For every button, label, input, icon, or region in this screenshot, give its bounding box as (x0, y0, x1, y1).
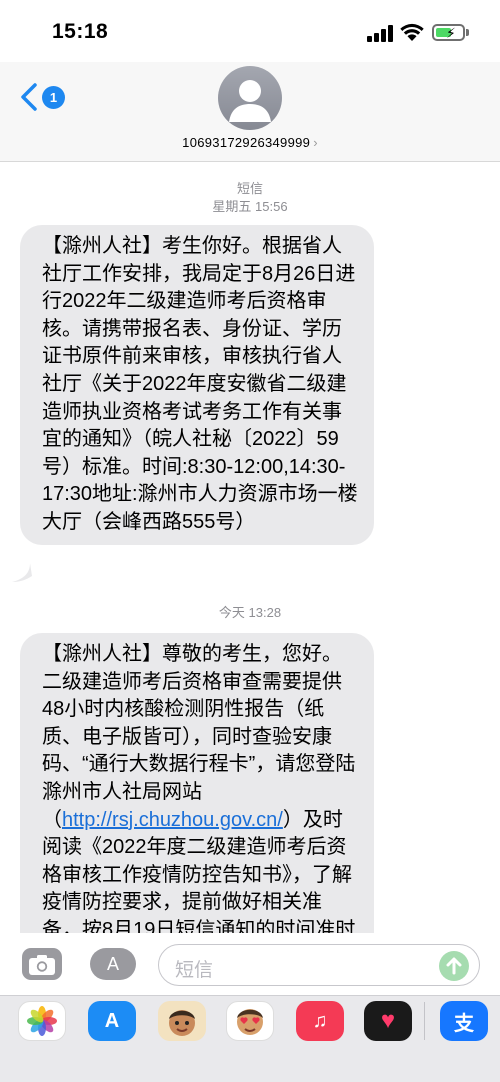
status-bar: 15:18 ⚡ (0, 0, 500, 62)
battery-tip (466, 29, 469, 36)
app-drawer: A ♫ ♥ 支 (0, 995, 500, 1082)
status-time: 15:18 (52, 20, 109, 43)
message-text: 【滁州人社】考生你好。根据省人社厅工作安排，我局定于8月26日进行2022年二级… (42, 235, 358, 533)
message-bubble[interactable]: 【滁州人社】尊敬的考生，您好。二级建造师考后资格审查需要提供48小时内核酸检测阴… (20, 633, 374, 933)
photos-app-icon[interactable] (18, 1001, 66, 1041)
digital-touch-app-icon[interactable]: ♥ (364, 1001, 412, 1041)
message-timestamp: 星期五 15:56 (212, 199, 288, 214)
conversation-header: 1 10693172926349999 › (0, 62, 500, 162)
music-app-icon[interactable]: ♫ (296, 1001, 344, 1041)
contact-avatar[interactable] (218, 66, 282, 130)
arrow-up-icon (446, 957, 462, 975)
camera-icon (29, 955, 55, 975)
message-link[interactable]: http://rsj.chuzhou.gov.cn/ (62, 809, 283, 831)
chevron-left-icon (21, 83, 37, 111)
heart-icon: ♥ (380, 1007, 396, 1034)
send-button[interactable] (439, 951, 469, 981)
app-store-app-icon[interactable]: A (88, 1001, 136, 1041)
compose-bar: A 短信 (0, 933, 500, 995)
alipay-app-icon[interactable]: 支 (440, 1001, 488, 1041)
message-thread[interactable]: 短信 星期五 15:56 【滁州人社】考生你好。根据省人社厅工作安排，我局定于8… (0, 163, 500, 933)
memoji-sticker-icon[interactable] (226, 1001, 274, 1041)
music-note-icon: ♫ (312, 1009, 328, 1032)
message-timestamp: 今天 13:28 (218, 605, 282, 620)
wifi-icon (400, 23, 424, 41)
photos-flower-icon (27, 1006, 57, 1036)
drawer-divider (424, 1002, 425, 1040)
alipay-glyph: 支 (454, 1012, 474, 1035)
battery-icon: ⚡ (432, 24, 465, 41)
app-store-icon: A (106, 953, 119, 974)
chevron-right-icon: › (313, 135, 318, 150)
charging-bolt-icon: ⚡ (446, 25, 456, 41)
bubble-tail (12, 563, 32, 582)
back-button[interactable]: 1 (18, 82, 65, 112)
camera-button[interactable] (22, 948, 62, 980)
contact-name[interactable]: 10693172926349999 › (0, 135, 500, 150)
cellular-signal-icon (367, 24, 393, 42)
contact-number-text: 10693172926349999 (182, 135, 311, 150)
memoji-sticker-icon[interactable] (158, 1001, 206, 1041)
message-text: 【滁州人社】尊敬的考生，您好。二级建造师考后资格审查需要提供48小时内核酸检测阴… (42, 643, 356, 831)
message-input-placeholder: 短信 (175, 960, 214, 981)
message-bubble[interactable]: 【滁州人社】考生你好。根据省人社厅工作安排，我局定于8月26日进行2022年二级… (20, 225, 374, 545)
unread-count-badge: 1 (42, 85, 65, 109)
message-input[interactable]: 短信 (158, 944, 480, 986)
app-store-glyph: A (104, 1009, 120, 1032)
memoji-heart-eyes-icon (237, 1009, 263, 1035)
message-service-label: 短信 (236, 181, 263, 196)
memoji-face-icon (169, 1010, 195, 1036)
person-icon (229, 80, 271, 122)
app-store-button[interactable]: A (90, 948, 136, 980)
